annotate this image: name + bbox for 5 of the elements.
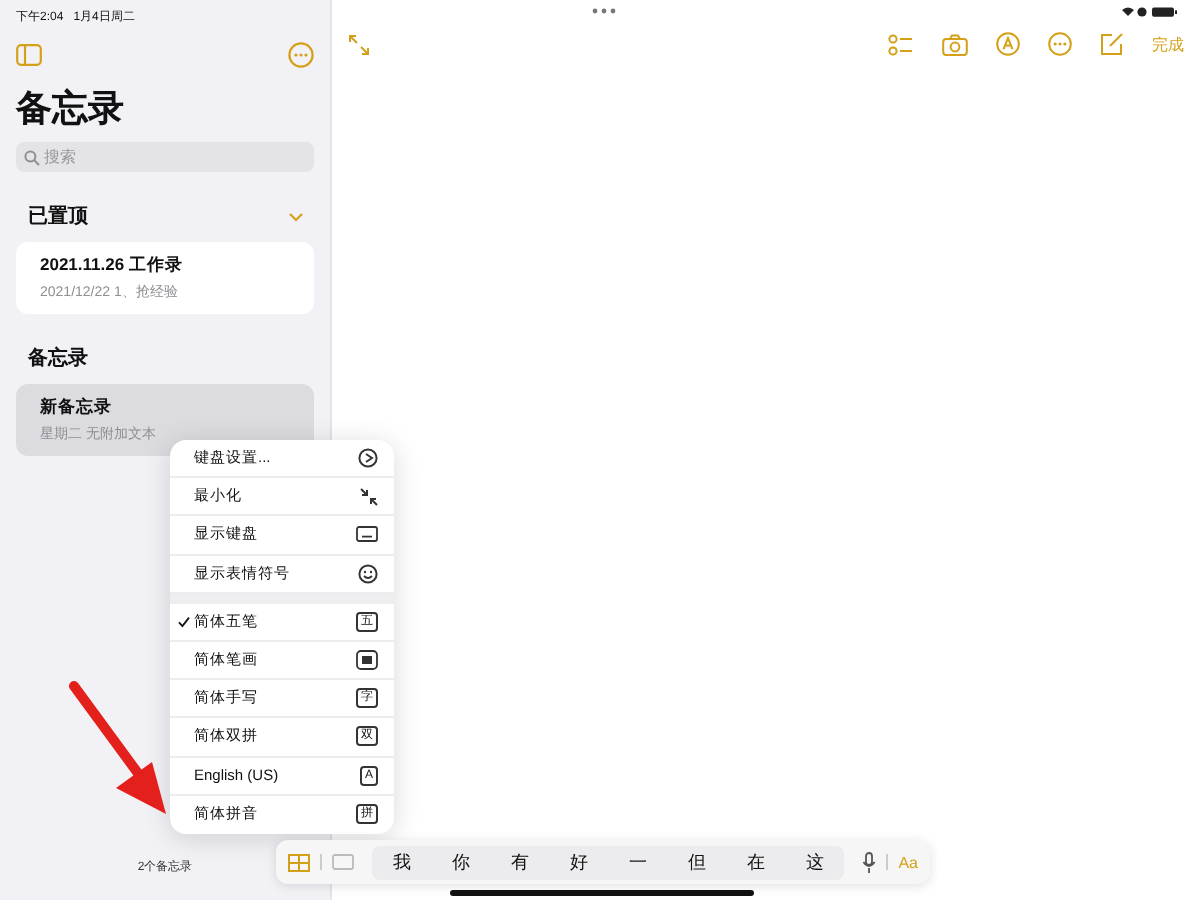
note-title: 新备忘录 — [40, 396, 114, 420]
section-title: 备忘录 — [28, 344, 88, 372]
sidebar-title: 备忘录 — [16, 86, 126, 132]
note-title: 2021.11.26 工作录 — [40, 254, 185, 278]
section-title: 已置顶 — [28, 203, 88, 230]
